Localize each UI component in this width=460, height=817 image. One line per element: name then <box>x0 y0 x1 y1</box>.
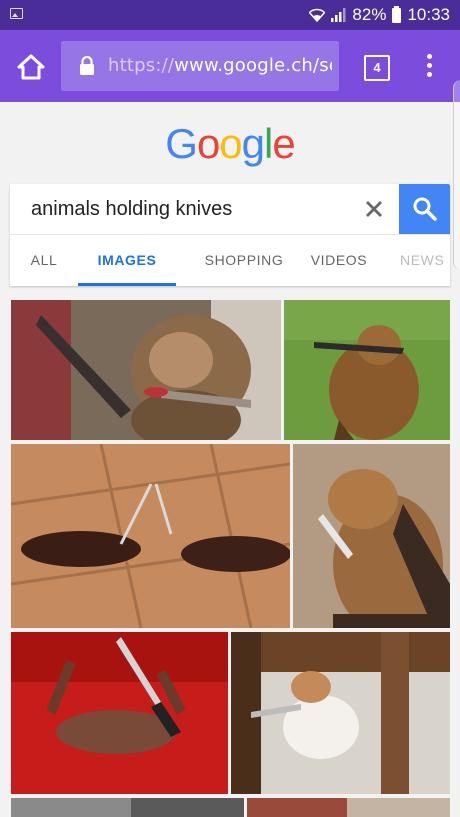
status-icons: 82% 10:33 <box>309 5 450 25</box>
wifi-icon <box>309 8 326 22</box>
status-bar: 82% 10:33 <box>0 0 460 30</box>
image-result-partial-right[interactable] <box>247 798 450 817</box>
clock: 10:33 <box>407 5 450 24</box>
home-button[interactable] <box>16 53 46 81</box>
battery-percent: 82% <box>352 5 387 24</box>
google-logo[interactable]: Google <box>0 120 460 168</box>
tab-switcher-button[interactable]: 4 <box>364 55 390 81</box>
tab-news[interactable]: NEWS <box>400 235 450 286</box>
tab-images[interactable]: IMAGES <box>78 235 176 286</box>
image-result-chipmunk-knife[interactable] <box>293 444 450 628</box>
gallery-notification-icon <box>10 8 23 19</box>
logo-letter: g <box>241 120 265 167</box>
lock-icon <box>80 56 94 75</box>
clear-icon[interactable] <box>362 197 386 221</box>
tab-all[interactable]: ALL <box>20 235 68 286</box>
search-icon <box>413 197 437 221</box>
logo-letter: G <box>165 120 198 167</box>
url-scheme: https:// <box>108 55 175 76</box>
search-button[interactable] <box>399 184 450 234</box>
home-icon <box>17 54 45 80</box>
image-result-monkey-knife[interactable] <box>11 300 281 440</box>
logo-letter: e <box>272 120 295 167</box>
image-result-crab-knife[interactable] <box>11 632 228 794</box>
tab-videos[interactable]: VIDEOS <box>304 235 374 286</box>
battery-icon <box>392 5 402 23</box>
url-host: www.google.ch/searc <box>174 55 332 76</box>
image-result-lobsters-knives[interactable] <box>11 444 290 628</box>
browser-toolbar: https://www.google.ch/searc 4 <box>0 30 460 102</box>
image-result-bird-knife[interactable] <box>284 300 450 440</box>
url-text: https://www.google.ch/searc <box>108 55 332 76</box>
signal-icon <box>331 8 346 22</box>
search-tabs: ALL IMAGES SHOPPING VIDEOS NEWS <box>10 235 450 286</box>
search-input[interactable] <box>10 184 398 234</box>
tab-shopping[interactable]: SHOPPING <box>188 235 300 286</box>
logo-letter: o <box>219 120 242 167</box>
edge-panel-handle[interactable] <box>453 80 460 270</box>
overflow-menu-button[interactable] <box>425 54 433 80</box>
image-result-dog-knife[interactable] <box>231 632 450 794</box>
search-box: ALL IMAGES SHOPPING VIDEOS NEWS <box>10 184 450 286</box>
logo-letter: o <box>196 120 220 167</box>
image-result-partial-left[interactable] <box>11 798 244 817</box>
address-bar[interactable]: https://www.google.ch/searc <box>61 41 339 91</box>
